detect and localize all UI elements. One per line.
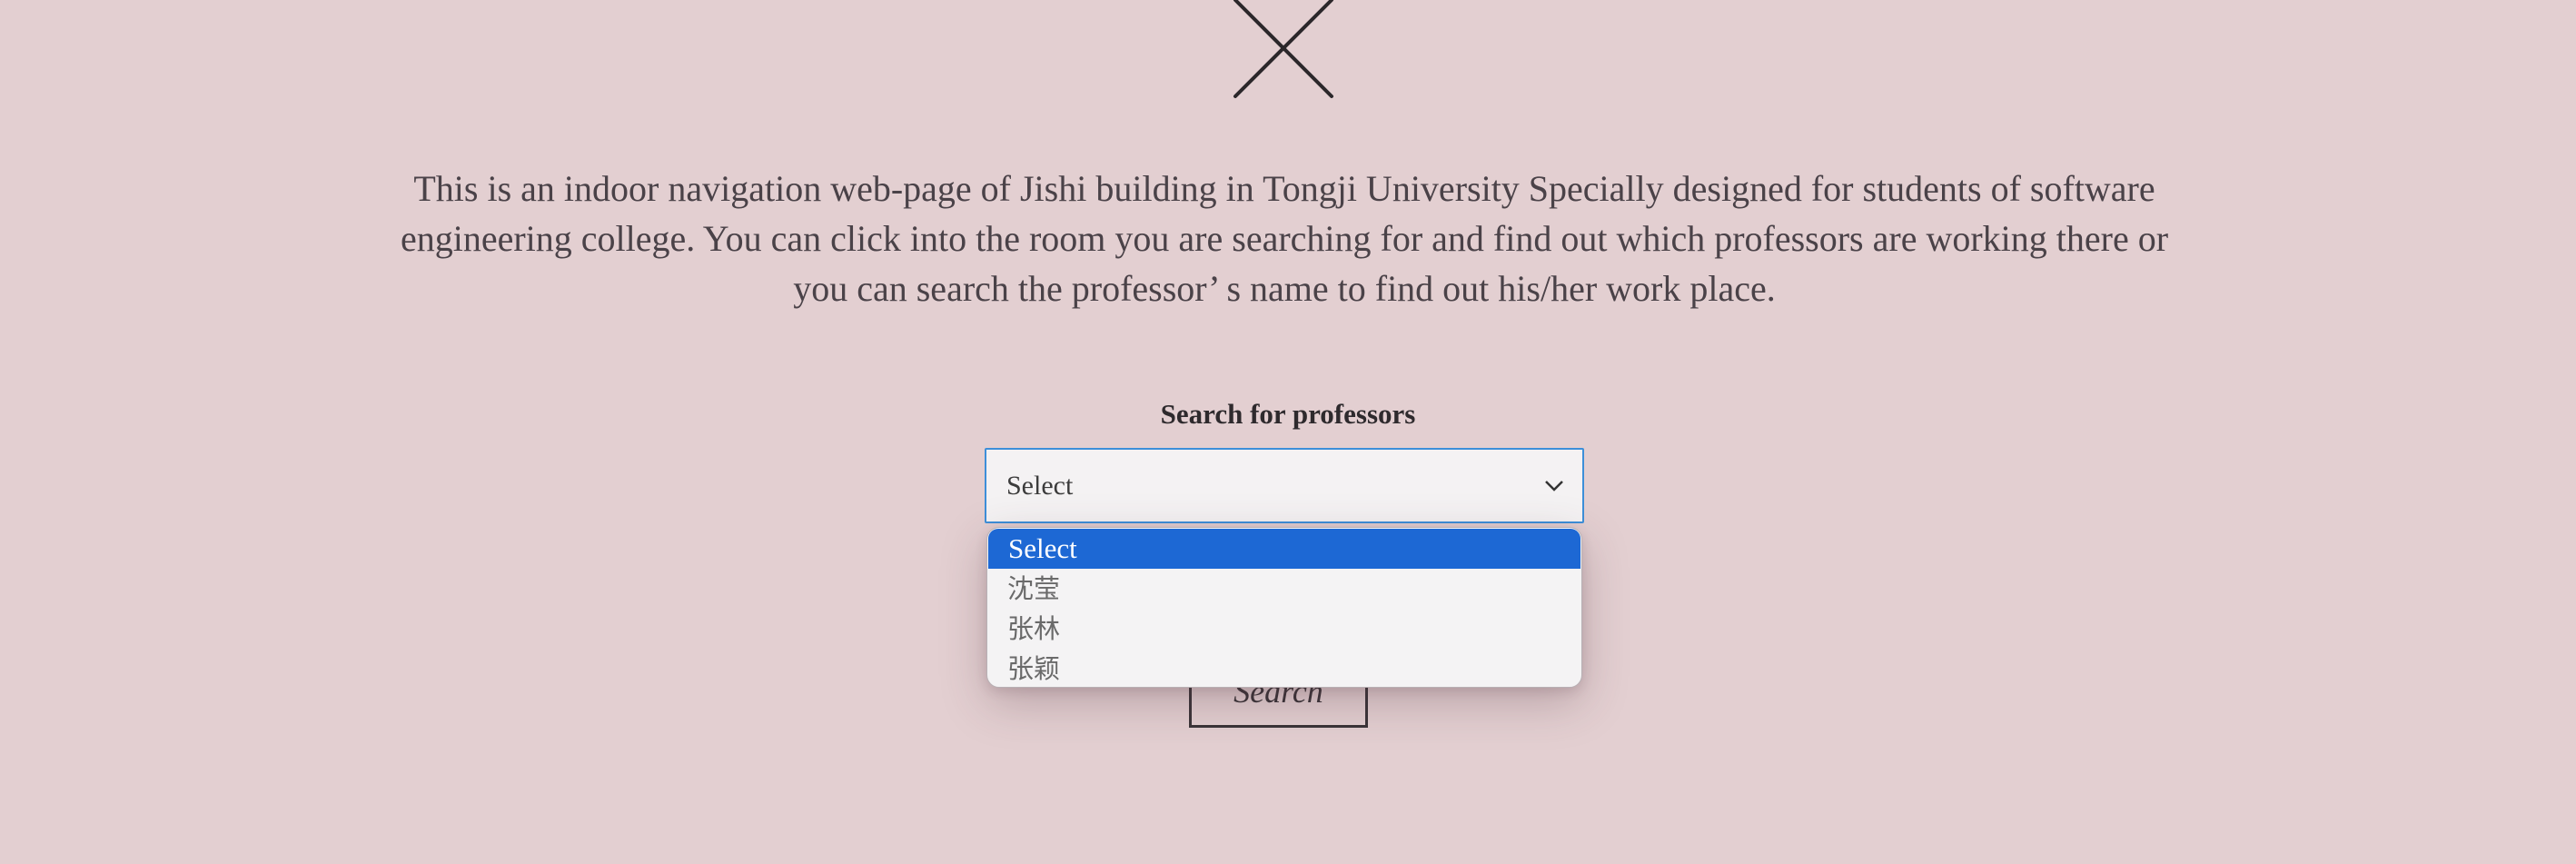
intro-description: This is an indoor navigation web-page of… — [327, 164, 2242, 313]
dropdown-option-select[interactable]: Select — [988, 529, 1580, 569]
intro-line: engineering college. You can click into … — [400, 218, 2169, 259]
search-label: Search for professors — [1160, 398, 1416, 430]
dropdown-option-professor[interactable]: 张颖 — [987, 649, 1581, 687]
dropdown-option-professor[interactable]: 沈莹 — [987, 569, 1581, 609]
dropdown-option-professor[interactable]: 张林 — [987, 609, 1581, 649]
professor-select[interactable]: Select — [985, 448, 1584, 523]
select-dropdown-list: Select 沈莹 张林 张颖 — [986, 527, 1582, 688]
intro-line: This is an indoor navigation web-page of… — [413, 168, 2155, 209]
select-value: Select — [1006, 471, 1074, 501]
close-icon[interactable] — [1232, 0, 1337, 100]
intro-line: you can search the professor’ s name to … — [793, 268, 1776, 309]
chevron-down-icon — [1545, 481, 1563, 492]
